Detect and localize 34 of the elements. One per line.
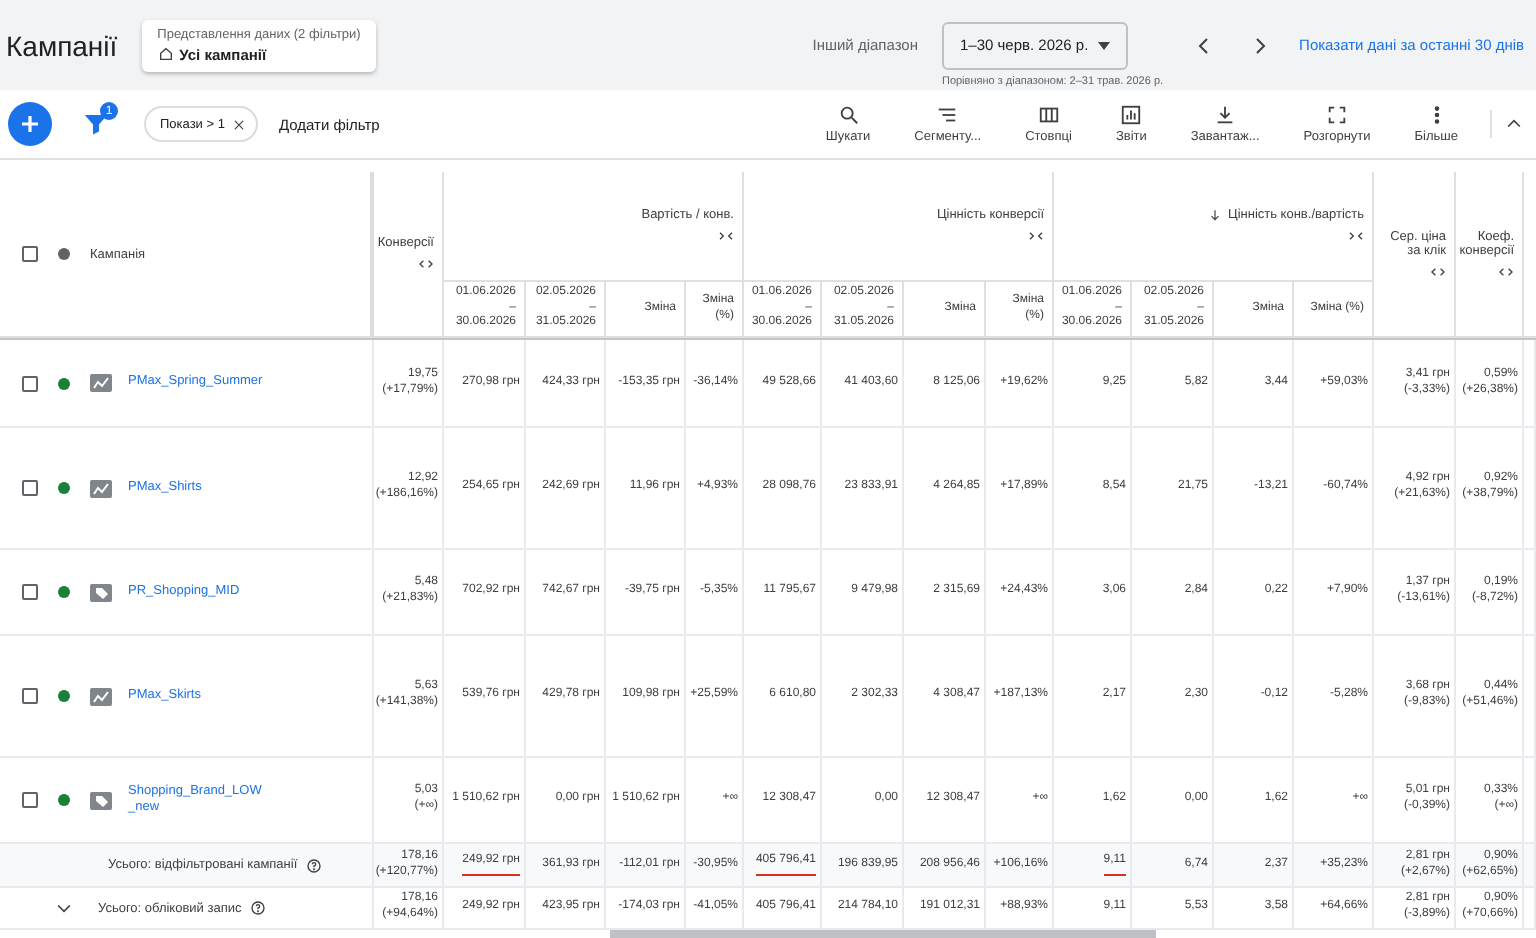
status-dot-icon <box>58 248 70 260</box>
collapse-icon <box>1028 228 1044 244</box>
download-icon <box>1214 104 1237 126</box>
caret-icon <box>1097 41 1110 49</box>
chart-line-icon <box>90 687 112 705</box>
collapse-icon <box>718 228 734 244</box>
expand-icon <box>1430 263 1446 279</box>
checkbox[interactable] <box>22 584 38 600</box>
expand-icon <box>1498 263 1514 279</box>
chart-line-icon <box>90 479 112 497</box>
close-icon <box>232 117 247 131</box>
add-button[interactable] <box>8 102 52 146</box>
help-icon <box>249 900 266 916</box>
checkbox[interactable] <box>22 688 38 704</box>
fullscreen-icon <box>1326 104 1349 126</box>
columns-icon <box>1037 104 1060 126</box>
home-icon <box>157 46 174 62</box>
chart-icon <box>1120 104 1143 126</box>
help-icon <box>305 857 322 873</box>
sort-arrow-icon <box>1208 208 1223 222</box>
checkbox[interactable] <box>22 792 38 808</box>
search-icon <box>837 104 860 126</box>
tag-icon <box>90 583 112 601</box>
expand-icon <box>418 256 434 272</box>
checkbox[interactable] <box>22 375 38 391</box>
plus-icon <box>20 114 40 134</box>
checkbox[interactable] <box>22 246 38 262</box>
collapse-icon <box>1348 228 1364 244</box>
filter-icon <box>84 112 108 136</box>
segment-icon <box>936 104 959 126</box>
checkbox[interactable] <box>22 480 38 496</box>
page-title: Кампанії <box>6 29 118 61</box>
tag-icon <box>90 791 112 809</box>
chart-line-icon <box>90 374 112 392</box>
